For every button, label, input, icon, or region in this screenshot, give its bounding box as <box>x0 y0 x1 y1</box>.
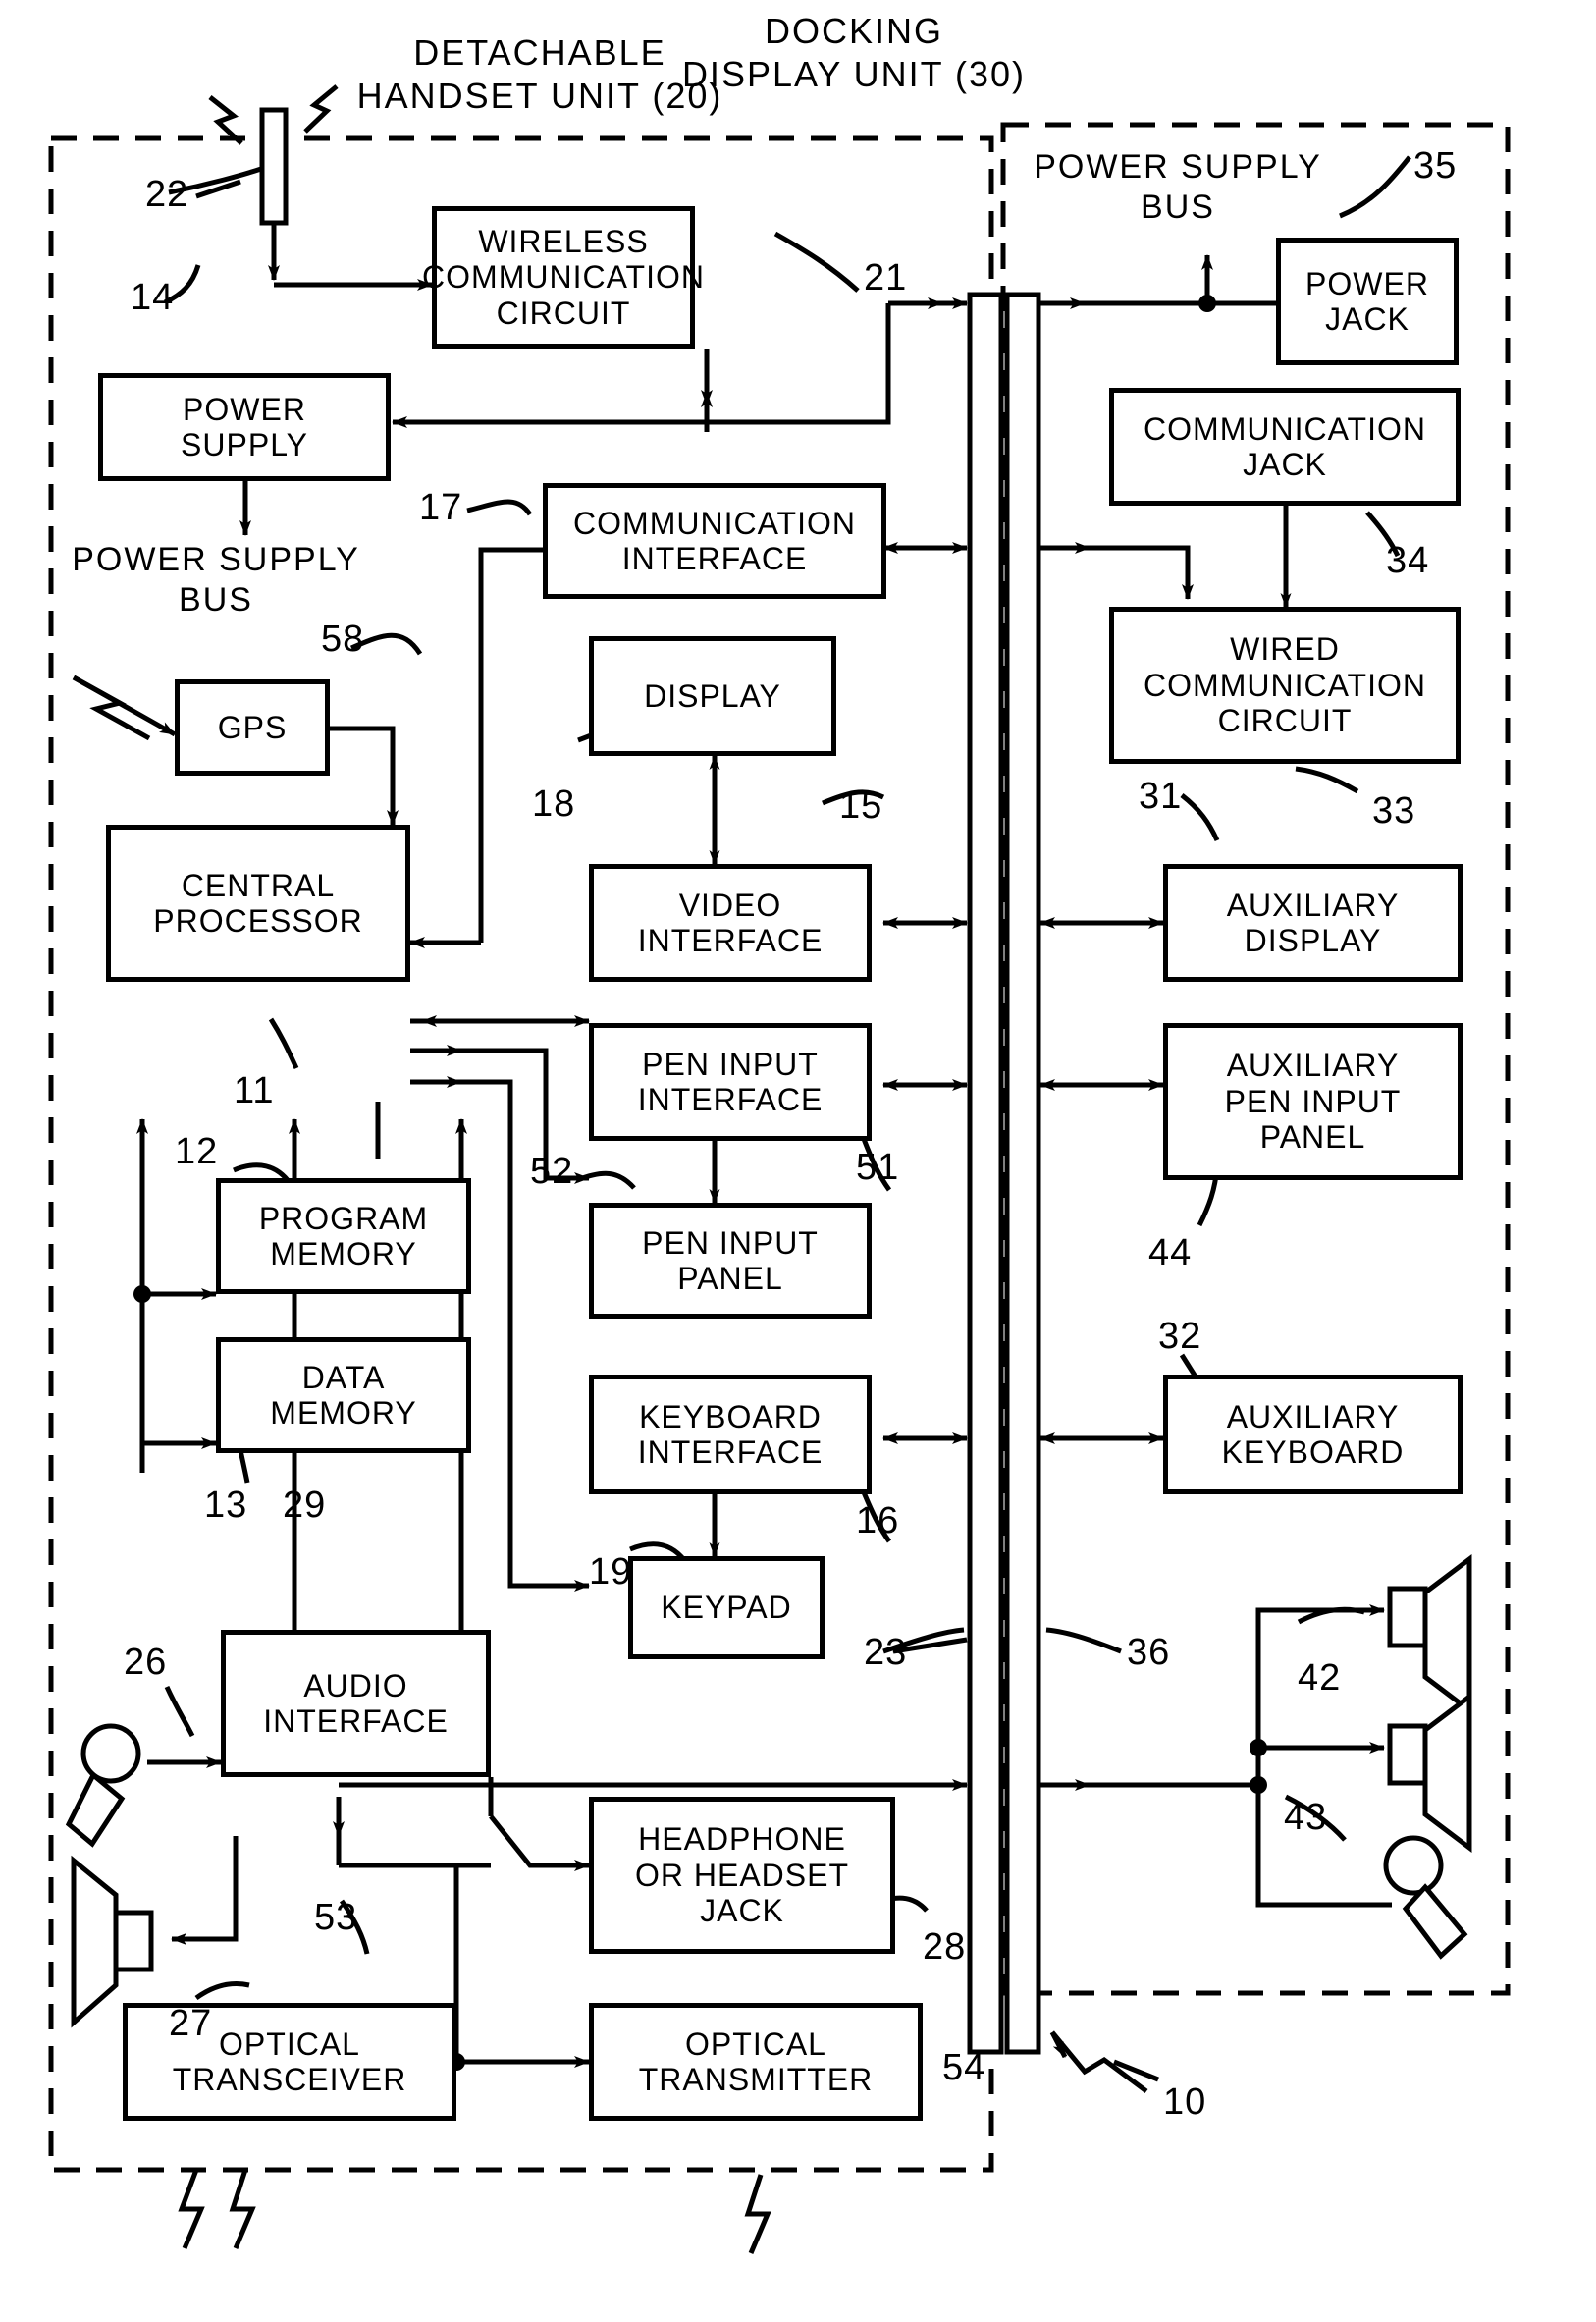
pen-input-interface-box[interactable]: PEN INPUT INTERFACE <box>589 1023 872 1141</box>
wired-communication-circuit-box[interactable]: WIRED COMMUNICATION CIRCUIT <box>1109 607 1461 764</box>
headphone-or-headset-jack-box[interactable]: HEADPHONE OR HEADSET JACK <box>589 1797 895 1954</box>
docking-power-supply-bus-label: POWER SUPPLY BUS <box>1034 148 1322 226</box>
ref-34: 34 <box>1386 540 1430 581</box>
ref-54: 54 <box>942 2047 986 2088</box>
docking-display-title: DOCKING DISPLAY UNIT (30) <box>681 11 1027 94</box>
ref-52: 52 <box>530 1151 574 1192</box>
ref-12: 12 <box>175 1131 219 1172</box>
video-interface-box[interactable]: VIDEO INTERFACE <box>589 864 872 982</box>
patent-figure: DETACHABLE HANDSET UNIT (20) DOCKING DIS… <box>0 0 1596 2322</box>
ref-19: 19 <box>589 1551 633 1593</box>
ref-33: 33 <box>1372 790 1416 832</box>
audio-interface-box[interactable]: AUDIO INTERFACE <box>221 1630 491 1777</box>
ref-15: 15 <box>839 785 883 827</box>
program-memory-box[interactable]: PROGRAM MEMORY <box>216 1178 471 1294</box>
ref-35: 35 <box>1413 145 1458 187</box>
optical-transmitter-box[interactable]: OPTICAL TRANSMITTER <box>589 2003 923 2121</box>
ref-27: 27 <box>169 2003 213 2044</box>
auxiliary-pen-input-panel-box[interactable]: AUXILIARY PEN INPUT PANEL <box>1163 1023 1463 1180</box>
communication-interface-box[interactable]: COMMUNICATION INTERFACE <box>543 483 886 599</box>
ref-26: 26 <box>124 1642 168 1683</box>
keypad-box[interactable]: KEYPAD <box>628 1556 825 1659</box>
power-supply-box[interactable]: POWER SUPPLY <box>98 373 391 481</box>
data-memory-box[interactable]: DATA MEMORY <box>216 1337 471 1453</box>
gps-box[interactable]: GPS <box>175 679 330 776</box>
ref-58: 58 <box>321 619 365 660</box>
ref-42: 42 <box>1298 1657 1342 1699</box>
ref-14: 14 <box>131 277 175 318</box>
keyboard-interface-box[interactable]: KEYBOARD INTERFACE <box>589 1375 872 1494</box>
ref-13: 13 <box>204 1485 248 1526</box>
ref-28: 28 <box>923 1926 967 1968</box>
display-box[interactable]: DISPLAY <box>589 636 836 756</box>
pen-input-panel-box[interactable]: PEN INPUT PANEL <box>589 1203 872 1319</box>
central-processor-box[interactable]: CENTRAL PROCESSOR <box>106 825 410 982</box>
ref-43: 43 <box>1284 1797 1328 1838</box>
ref-10: 10 <box>1163 2081 1207 2123</box>
ref-32: 32 <box>1158 1316 1202 1357</box>
communication-jack-box[interactable]: COMMUNICATION JACK <box>1109 388 1461 506</box>
ref-29: 29 <box>283 1485 327 1526</box>
ref-44: 44 <box>1148 1232 1193 1273</box>
ref-53: 53 <box>314 1897 358 1938</box>
ref-18: 18 <box>532 783 576 825</box>
auxiliary-display-box[interactable]: AUXILIARY DISPLAY <box>1163 864 1463 982</box>
ref-22: 22 <box>145 174 189 215</box>
handset-power-supply-bus-label: POWER SUPPLY BUS <box>72 541 360 619</box>
power-jack-box[interactable]: POWER JACK <box>1276 238 1459 365</box>
ref-31: 31 <box>1139 776 1183 817</box>
ref-51: 51 <box>856 1147 900 1188</box>
ref-11: 11 <box>234 1070 275 1111</box>
ref-21: 21 <box>864 257 908 298</box>
ref-36: 36 <box>1127 1632 1171 1673</box>
auxiliary-keyboard-box[interactable]: AUXILIARY KEYBOARD <box>1163 1375 1463 1494</box>
ref-16: 16 <box>856 1500 900 1541</box>
ref-23: 23 <box>864 1632 908 1673</box>
ref-17: 17 <box>419 487 463 528</box>
wireless-communication-circuit-box[interactable]: WIRELESS COMMUNICATION CIRCUIT <box>422 206 704 349</box>
